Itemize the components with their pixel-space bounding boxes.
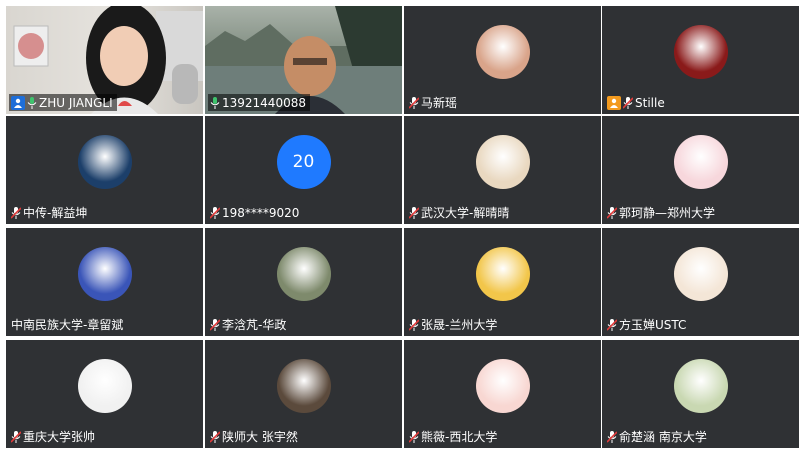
participant-name-label: 198****9020 [208, 204, 303, 221]
avatar [475, 135, 530, 189]
cohost-badge-icon [607, 95, 621, 110]
muted-microphone-icon [607, 430, 617, 443]
avatar [77, 135, 132, 189]
participant-name: 中南民族大学-章留斌 [11, 318, 124, 332]
participant-tile[interactable]: 武汉大学-解晴晴 [404, 116, 601, 224]
avatar [475, 359, 530, 413]
muted-microphone-icon [210, 430, 220, 443]
participant-name-label: 方玉婵USTC [605, 316, 690, 333]
muted-microphone-icon [607, 206, 617, 219]
participant-tile[interactable]: 俞楚涵 南京大学 [602, 340, 799, 448]
participant-name-label: 郭珂静—郑州大学 [605, 204, 719, 221]
microphone-icon [210, 96, 220, 109]
muted-microphone-icon [409, 96, 419, 109]
participant-name: 李浛芃-华政 [222, 318, 287, 332]
participant-name: 武汉大学-解晴晴 [421, 206, 510, 220]
avatar [475, 25, 530, 79]
participant-name-label: 李浛芃-华政 [208, 316, 290, 333]
avatar [276, 359, 331, 413]
participant-tile[interactable]: 熊薇-西北大学 [404, 340, 601, 448]
participant-name: 重庆大学张帅 [23, 430, 96, 444]
participant-name-label: 张晟-兰州大学 [407, 316, 501, 333]
muted-microphone-icon [409, 318, 419, 331]
muted-microphone-icon [11, 206, 21, 219]
participant-tile[interactable]: 张晟-兰州大学 [404, 228, 601, 336]
participant-name: Stille [635, 95, 665, 110]
participant-name: 熊薇-西北大学 [421, 430, 498, 444]
participant-name-label: 中南民族大学-章留斌 [9, 316, 127, 333]
avatar [77, 359, 132, 413]
participant-name-label: 武汉大学-解晴晴 [407, 204, 513, 221]
participant-tile[interactable]: ZHU JIANGLI [6, 6, 203, 114]
muted-microphone-icon [409, 206, 419, 219]
participant-name-label: 陕师大 张宇然 [208, 428, 302, 445]
participant-tile[interactable]: 方玉婵USTC [602, 228, 799, 336]
participant-name-label: 俞楚涵 南京大学 [605, 428, 711, 445]
participant-name: 陕师大 张宇然 [222, 430, 298, 444]
participant-name: 198****9020 [222, 205, 300, 220]
host-badge-icon [11, 95, 25, 110]
muted-microphone-icon [623, 96, 633, 109]
participant-name: 方玉婵USTC [619, 318, 687, 332]
muted-microphone-icon [210, 318, 220, 331]
participant-name-label: 中传-解益坤 [9, 204, 91, 221]
participant-tile[interactable]: 重庆大学张帅 [6, 340, 203, 448]
participant-name-label: Stille [605, 94, 669, 111]
participant-name-label: 重庆大学张帅 [9, 428, 99, 445]
muted-microphone-icon [210, 206, 220, 219]
avatar [673, 359, 728, 413]
participant-name: 13921440088 [222, 95, 306, 110]
participant-name: 郭珂静—郑州大学 [619, 206, 716, 220]
participant-tile[interactable]: 中传-解益坤 [6, 116, 203, 224]
participant-tile[interactable]: 20 198****9020 [205, 116, 402, 224]
participant-name: 俞楚涵 南京大学 [619, 430, 707, 444]
avatar [77, 247, 132, 301]
participant-name: 中传-解益坤 [23, 206, 88, 220]
participant-tile[interactable]: 马新瑶 [404, 6, 601, 114]
avatar [673, 135, 728, 189]
avatar [673, 247, 728, 301]
participant-tile[interactable]: 13921440088 [205, 6, 402, 114]
participant-name-label: ZHU JIANGLI [9, 94, 117, 111]
avatar [276, 247, 331, 301]
participant-tile[interactable]: 李浛芃-华政 [205, 228, 402, 336]
participant-name-label: 熊薇-西北大学 [407, 428, 501, 445]
participant-tile[interactable]: 郭珂静—郑州大学 [602, 116, 799, 224]
participant-name: ZHU JIANGLI [39, 95, 113, 110]
muted-microphone-icon [11, 430, 21, 443]
avatar [673, 25, 728, 79]
participant-name: 张晟-兰州大学 [421, 318, 498, 332]
participant-name: 马新瑶 [421, 96, 458, 110]
participant-name-label: 13921440088 [208, 94, 310, 111]
participant-name-label: 马新瑶 [407, 94, 461, 111]
avatar [475, 247, 530, 301]
muted-microphone-icon [607, 318, 617, 331]
muted-microphone-icon [409, 430, 419, 443]
participant-tile[interactable]: 陕师大 张宇然 [205, 340, 402, 448]
participant-tile[interactable]: 中南民族大学-章留斌 [6, 228, 203, 336]
microphone-icon [27, 96, 37, 109]
video-grid: ZHU JIANGLI 13921440088 马新瑶 Stille 中传-解益坤 20 1… [0, 0, 799, 454]
participant-tile[interactable]: Stille [602, 6, 799, 114]
avatar: 20 [276, 135, 331, 189]
